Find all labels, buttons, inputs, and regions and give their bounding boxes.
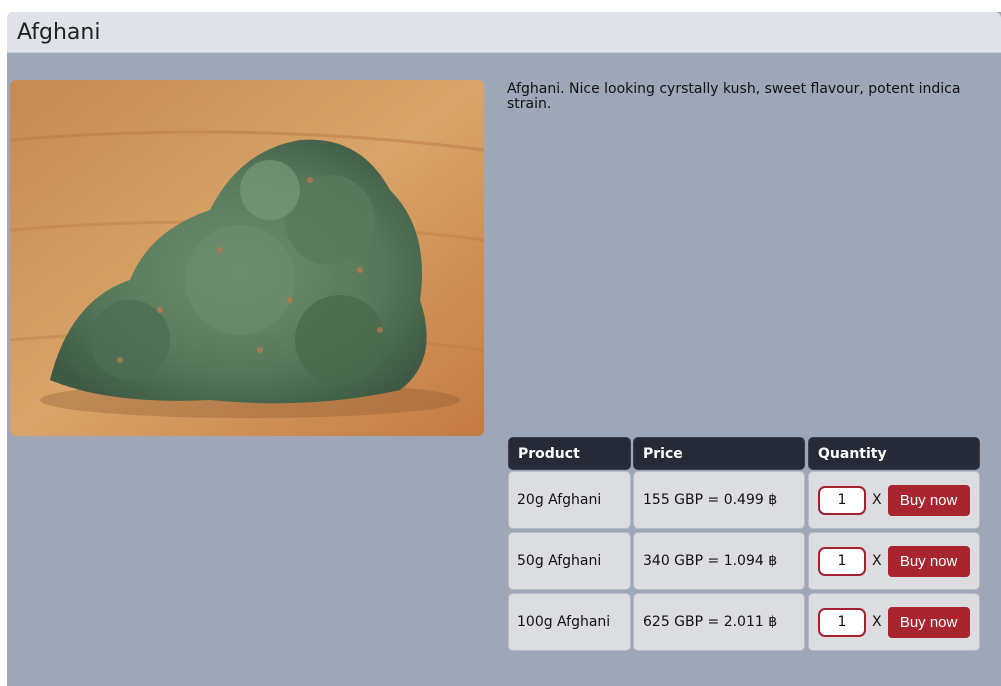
product-price: 155 GBP = 0.499 ฿ [643, 492, 778, 508]
product-photo [10, 80, 484, 436]
table-header-price: Price [633, 437, 805, 470]
product-name: 50g Afghani [517, 553, 602, 569]
product-panel: Afghani Afghani. Nice looking cyrstally … [7, 12, 1001, 686]
buy-now-button[interactable]: Buy now [887, 545, 970, 577]
times-sign: X [872, 614, 882, 630]
times-sign: X [872, 553, 882, 569]
row-price-20g: 155 GBP = 0.499 ฿ [633, 471, 805, 529]
table-header-product: Product [508, 437, 631, 470]
buy-now-button[interactable]: Buy now [887, 484, 970, 516]
row-price-100g: 625 GBP = 2.011 ฿ [633, 593, 805, 651]
row-price-50g: 340 GBP = 1.094 ฿ [633, 532, 805, 590]
row-product-50g: 50g Afghani [508, 532, 631, 590]
product-description: Afghani. Nice looking cyrstally kush, sw… [507, 81, 961, 112]
row-product-100g: 100g Afghani [508, 593, 631, 651]
row-quantity-50g: X Buy now [808, 532, 980, 590]
page-title: Afghani [17, 20, 101, 45]
row-product-20g: 20g Afghani [508, 471, 631, 529]
product-price: 340 GBP = 1.094 ฿ [643, 553, 778, 569]
quantity-input[interactable] [818, 546, 866, 576]
row-quantity-100g: X Buy now [808, 593, 980, 651]
product-photo-image [10, 80, 484, 436]
row-quantity-20g: X Buy now [808, 471, 980, 529]
product-name: 100g Afghani [517, 614, 611, 630]
buy-now-button[interactable]: Buy now [887, 606, 970, 638]
table-header-quantity: Quantity [808, 437, 980, 470]
product-header: Afghani [7, 12, 1001, 53]
times-sign: X [872, 492, 882, 508]
quantity-input[interactable] [818, 607, 866, 637]
product-price: 625 GBP = 2.011 ฿ [643, 614, 778, 630]
quantity-input[interactable] [818, 485, 866, 515]
product-name: 20g Afghani [517, 492, 602, 508]
